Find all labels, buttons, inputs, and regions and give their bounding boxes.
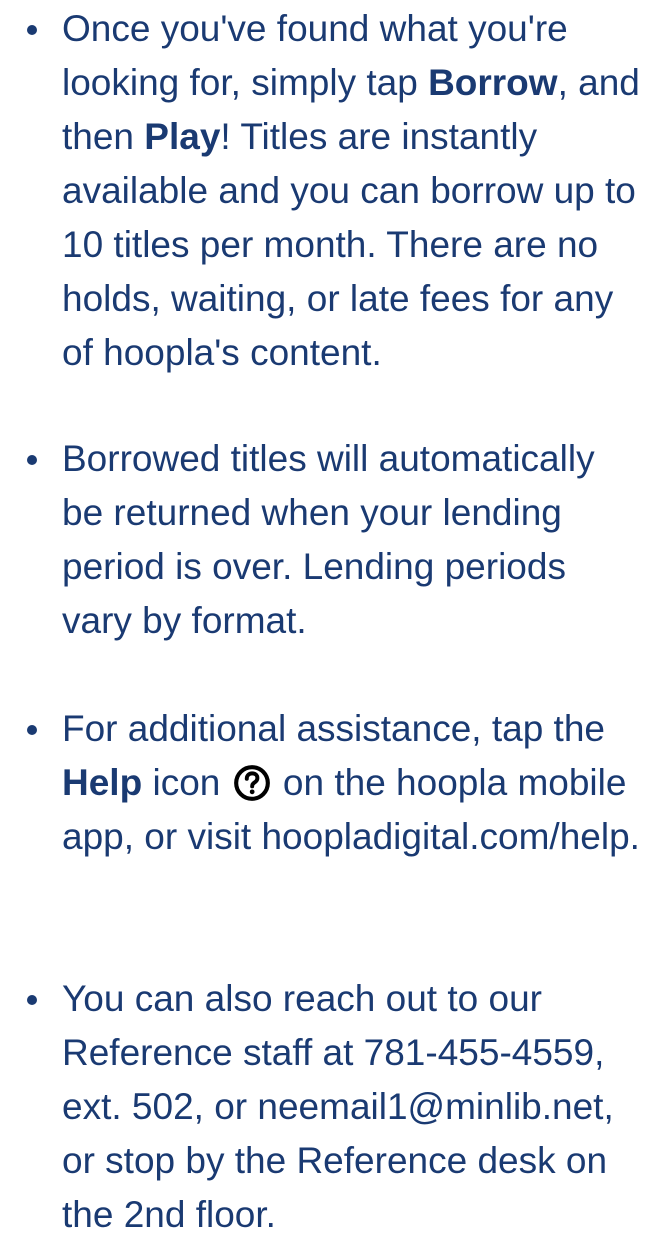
item-text: For additional assistance, tap the [62, 708, 605, 749]
list-item-borrow-play: Once you've found what you're looking fo… [27, 2, 642, 380]
list-item-returns: Borrowed titles will automatically be re… [27, 432, 642, 648]
item-text: icon [142, 762, 231, 803]
borrow-label: Borrow [428, 62, 558, 103]
item-text: You can also reach out to our Reference … [62, 978, 614, 1235]
help-label: Help [62, 762, 143, 803]
item-text: Borrowed titles will automatically be re… [62, 438, 595, 641]
question-mark-circle-icon [233, 765, 270, 801]
list-item-help: For additional assistance, tap the Help … [27, 702, 642, 864]
list-item-contact: You can also reach out to our Reference … [27, 972, 642, 1242]
play-label: Play [144, 116, 221, 157]
